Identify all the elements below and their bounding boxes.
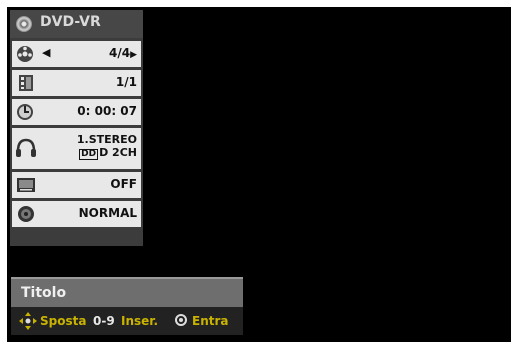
headphones-icon — [15, 137, 37, 157]
dvd-display-panel: DVD-VR ◀ 4/4▶ 1/1 0: 00: 07 1.STEREO DD … — [10, 10, 143, 246]
info-bar: Titolo — [11, 277, 243, 308]
chapter-icon — [15, 73, 37, 93]
disc-icon — [16, 16, 32, 32]
insert-label: Inser. — [121, 314, 159, 328]
audio-track-value: 1.STEREO — [76, 133, 137, 146]
chapter-value: 1/1 — [115, 75, 137, 89]
number-key-label: 0-9 — [93, 314, 115, 328]
time-row[interactable]: 0: 00: 07 — [12, 99, 141, 125]
enter-label: Entra — [192, 314, 229, 328]
sound-mode-value: NORMAL — [78, 206, 137, 220]
enter-icon — [175, 314, 187, 326]
title-value: 4/4▶ — [108, 46, 137, 60]
dolby-icon: DD — [79, 149, 99, 160]
title-row[interactable]: ◀ 4/4▶ — [12, 41, 141, 67]
subtitle-row[interactable]: OFF — [12, 172, 141, 198]
title-icon — [15, 44, 37, 64]
arrow-right-icon[interactable]: ▶ — [130, 50, 137, 60]
move-label: Sposta — [40, 314, 87, 328]
subtitle-icon — [15, 175, 37, 195]
audio-row[interactable]: 1.STEREO DD D 2CH — [12, 128, 141, 169]
dpad-icon — [19, 312, 37, 334]
time-value: 0: 00: 07 — [77, 104, 137, 118]
help-bar: Sposta 0-9 Inser. Entra — [11, 307, 243, 335]
panel-header: DVD-VR — [10, 10, 143, 38]
tv-screen: DVD-VR ◀ 4/4▶ 1/1 0: 00: 07 1.STEREO DD … — [7, 7, 511, 342]
arrow-left-icon[interactable]: ◀ — [42, 46, 50, 59]
subtitle-value: OFF — [110, 177, 137, 191]
media-type-label: DVD-VR — [40, 14, 101, 30]
chapter-row[interactable]: 1/1 — [12, 70, 141, 96]
info-bar-label: Titolo — [21, 285, 67, 301]
speaker-icon — [15, 204, 37, 224]
sound-mode-row[interactable]: NORMAL — [12, 201, 141, 227]
clock-icon — [15, 102, 37, 122]
audio-format-value: DD D 2CH — [79, 146, 137, 160]
